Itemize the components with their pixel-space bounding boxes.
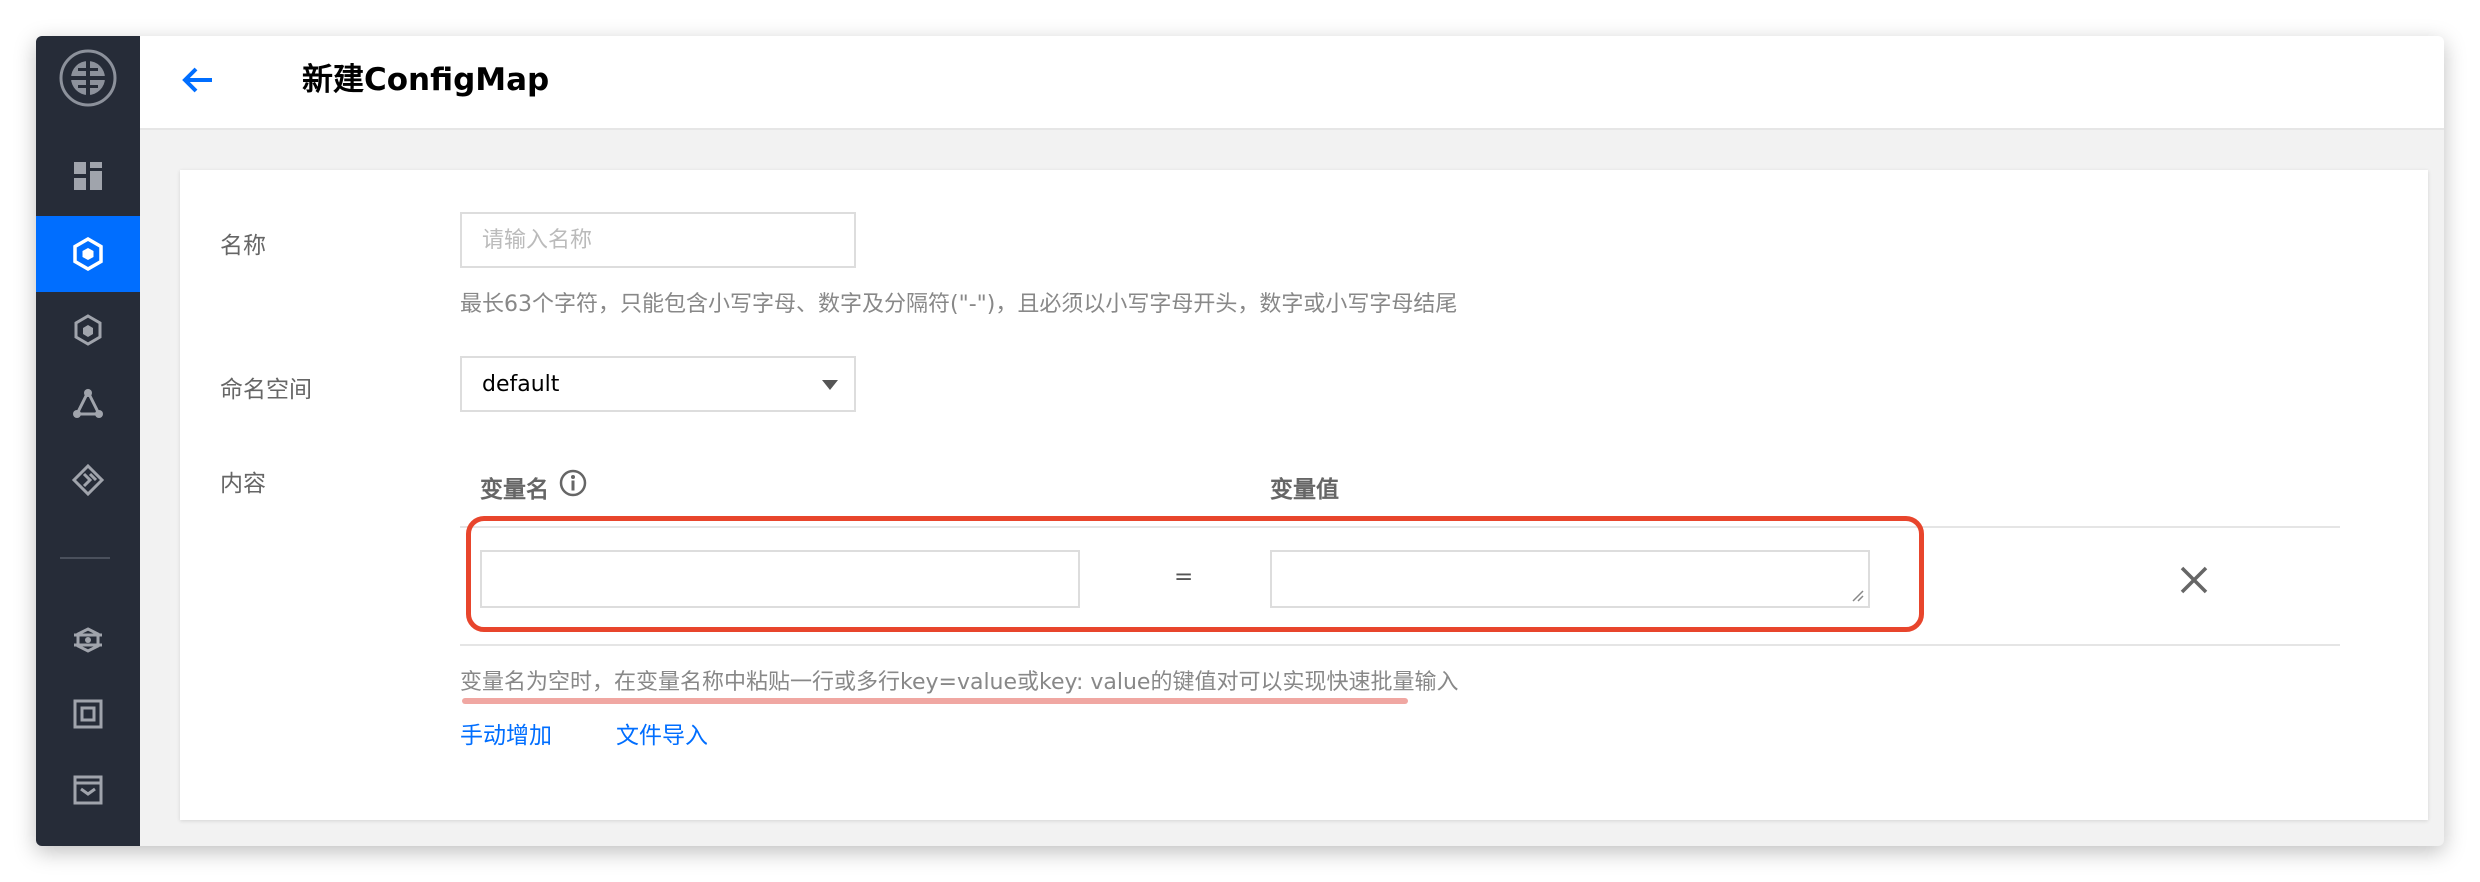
cluster-hexagon-icon[interactable]: [36, 216, 140, 292]
name-input[interactable]: [460, 212, 856, 268]
resize-grip-icon[interactable]: [1850, 588, 1864, 602]
caret-down-icon: [822, 380, 838, 390]
sidebar-divider: [60, 557, 110, 559]
page-header: 新建ConfigMap: [140, 36, 2444, 130]
service-diamond-icon[interactable]: [36, 442, 140, 518]
namespace-label: 命名空间: [220, 377, 312, 403]
arrow-left-icon: [182, 67, 212, 93]
network-nodes-icon[interactable]: [36, 366, 140, 442]
cube-icon[interactable]: [36, 292, 140, 368]
content-label: 内容: [220, 471, 266, 497]
app-window: 新建ConfigMap 名称 最长63个字符，只能包含小写字母、数字及分隔符("…: [36, 36, 2444, 846]
info-icon[interactable]: [558, 468, 588, 498]
back-button[interactable]: [178, 60, 218, 100]
storage-box-icon[interactable]: [36, 676, 140, 752]
name-label: 名称: [220, 233, 266, 259]
batch-input-tip: 变量名为空时，在变量名称中粘贴一行或多行key=value或key: value…: [460, 670, 1459, 695]
var-name-header: 变量名: [480, 477, 549, 503]
namespace-value: default: [482, 371, 560, 397]
tip-underline-annotation: [462, 698, 1408, 704]
logo-icon[interactable]: [58, 48, 118, 108]
var-value-header: 变量值: [1270, 477, 1339, 503]
table-bottom-divider: [460, 644, 2340, 646]
var-value-textarea[interactable]: [1270, 550, 1870, 608]
form-card: 名称 最长63个字符，只能包含小写字母、数字及分隔符("-")，且必须以小写字母…: [180, 170, 2428, 820]
table-top-divider: [460, 526, 2340, 528]
equals-sign: =: [1174, 564, 1194, 590]
namespace-select[interactable]: default: [460, 356, 856, 412]
ship-wheel-icon[interactable]: [36, 602, 140, 678]
add-manual-link[interactable]: 手动增加: [460, 716, 552, 750]
import-file-link[interactable]: 文件导入: [616, 716, 708, 750]
page-title: 新建ConfigMap: [302, 62, 550, 98]
dashboard-grid-icon[interactable]: [36, 138, 140, 214]
sidebar: [36, 36, 140, 846]
close-icon[interactable]: [2176, 562, 2212, 598]
name-hint: 最长63个字符，只能包含小写字母、数字及分隔符("-")，且必须以小写字母开头，…: [460, 292, 1458, 317]
inbox-icon[interactable]: [36, 752, 140, 828]
var-name-input[interactable]: [480, 550, 1080, 608]
